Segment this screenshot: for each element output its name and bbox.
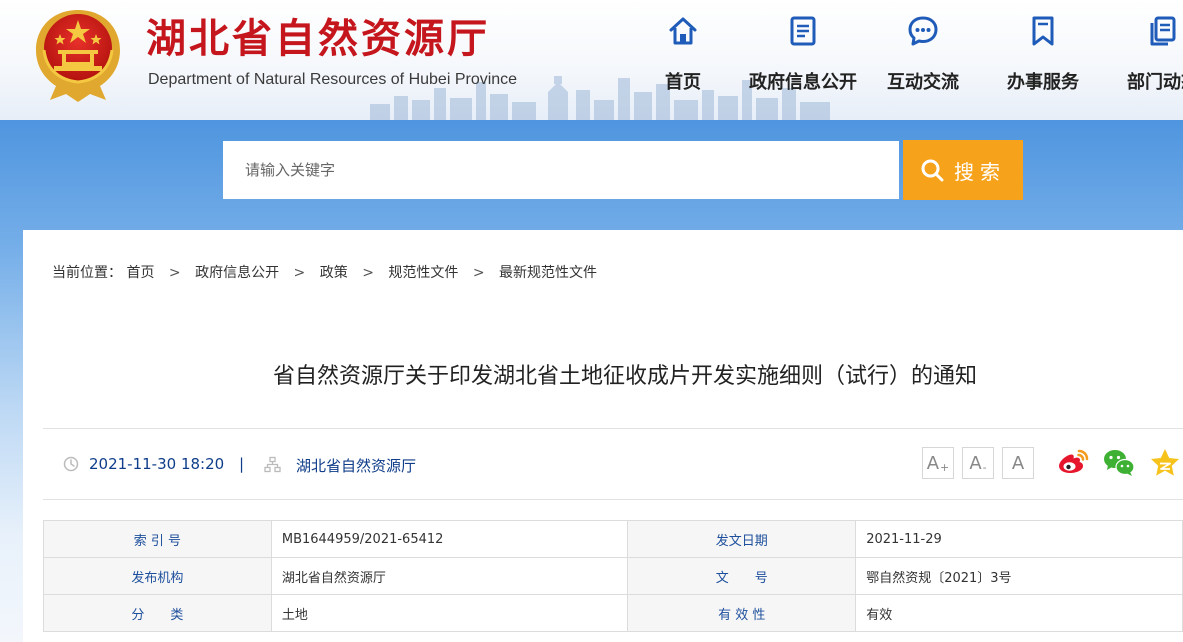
search-button[interactable]: 搜索 (903, 140, 1023, 200)
breadcrumb: 当前位置： 首页 > 政府信息公开 > 政策 > 规范性文件 > 最新规范性文件 (52, 262, 597, 282)
weibo-icon[interactable] (1056, 446, 1090, 480)
favorite-star-icon[interactable] (1148, 446, 1182, 480)
breadcrumb-separator: > (293, 265, 306, 281)
value-document-number: 鄂自然资规〔2021〕3号 (855, 557, 1183, 595)
value-category: 土地 (270, 594, 629, 632)
label-index-number: 索 引 号 (43, 520, 272, 558)
font-reset-label: A (1011, 453, 1025, 474)
organization-icon (264, 456, 281, 473)
breadcrumb-separator: > (362, 265, 374, 281)
nav-label-services: 办事服务 (1007, 72, 1079, 93)
nav-item-interaction[interactable]: 互动交流 (858, 14, 988, 94)
breadcrumb-policy[interactable]: 政策 (320, 265, 348, 281)
font-increase-button[interactable]: A + (922, 447, 954, 479)
article-title: 省自然资源厅关于印发湖北省土地征收成片开发实施细则（试行）的通知 (272, 364, 977, 389)
national-emblem-logo (36, 10, 120, 102)
site-title: 湖北省自然资源厅 (146, 15, 490, 62)
value-publisher: 湖北省自然资源厅 (270, 557, 629, 595)
label-category: 分 类 (43, 594, 272, 632)
nav-item-services[interactable]: 办事服务 (978, 14, 1108, 94)
breadcrumb-gov-info[interactable]: 政府信息公开 (195, 265, 279, 281)
font-increase-label: A (926, 453, 940, 474)
meta-divider: | (239, 455, 245, 473)
bookmark-icon (1032, 16, 1054, 46)
nav-label-dept-news: 部门动态 (1127, 72, 1183, 93)
breadcrumb-normative-docs[interactable]: 规范性文件 (388, 265, 458, 281)
font-decrease-mark: - (982, 461, 987, 474)
document-info-table: 索 引 号 MB1644959/2021-65412 发文日期 2021-11-… (43, 520, 1183, 632)
label-issue-date: 发文日期 (627, 520, 857, 558)
table-row: 分 类 土地 有 效 性 有效 (43, 594, 1183, 632)
font-decrease-label: A (969, 453, 982, 474)
font-increase-mark: + (940, 461, 950, 474)
label-publisher: 发布机构 (43, 557, 272, 595)
chat-bubble-icon (908, 16, 938, 46)
breadcrumb-home[interactable]: 首页 (126, 265, 154, 281)
nav-label-interaction: 互动交流 (887, 72, 959, 93)
nav-label-home: 首页 (665, 72, 701, 93)
publish-date: 2021-11-30 18:20 (89, 455, 225, 473)
breadcrumb-latest-normative-docs[interactable]: 最新规范性文件 (499, 265, 597, 281)
files-icon (1150, 16, 1176, 46)
clock-icon (63, 456, 79, 472)
label-document-number: 文 号 (627, 557, 857, 595)
value-validity: 有效 (855, 594, 1183, 632)
search-button-label: 搜索 (954, 159, 1006, 184)
home-icon (669, 17, 697, 45)
breadcrumb-separator: > (472, 265, 485, 281)
value-issue-date: 2021-11-29 (855, 520, 1183, 558)
font-reset-button[interactable]: A (1002, 447, 1034, 479)
wechat-icon[interactable] (1102, 446, 1136, 480)
value-index-number: MB1644959/2021-65412 (270, 520, 629, 558)
document-icon (790, 16, 816, 46)
breadcrumb-separator: > (168, 265, 181, 281)
nav-item-dept-news[interactable]: 部门动态 (1098, 14, 1183, 94)
site-subtitle: Department of Natural Resources of Hubei… (148, 71, 518, 88)
nav-item-gov-info[interactable]: 政府信息公开 (738, 14, 868, 94)
nav-item-home[interactable]: 首页 (618, 14, 748, 94)
search-input[interactable] (223, 141, 899, 199)
search-icon (921, 159, 944, 182)
table-row: 发布机构 湖北省自然资源厅 文 号 鄂自然资规〔2021〕3号 (43, 557, 1183, 595)
table-row: 索 引 号 MB1644959/2021-65412 发文日期 2021-11-… (43, 520, 1183, 558)
label-validity: 有 效 性 (627, 594, 857, 632)
nav-label-gov-info: 政府信息公开 (749, 72, 857, 93)
breadcrumb-prefix: 当前位置： (52, 265, 122, 281)
font-decrease-button[interactable]: A- (962, 447, 994, 479)
article-source: 湖北省自然资源厅 (296, 457, 417, 475)
